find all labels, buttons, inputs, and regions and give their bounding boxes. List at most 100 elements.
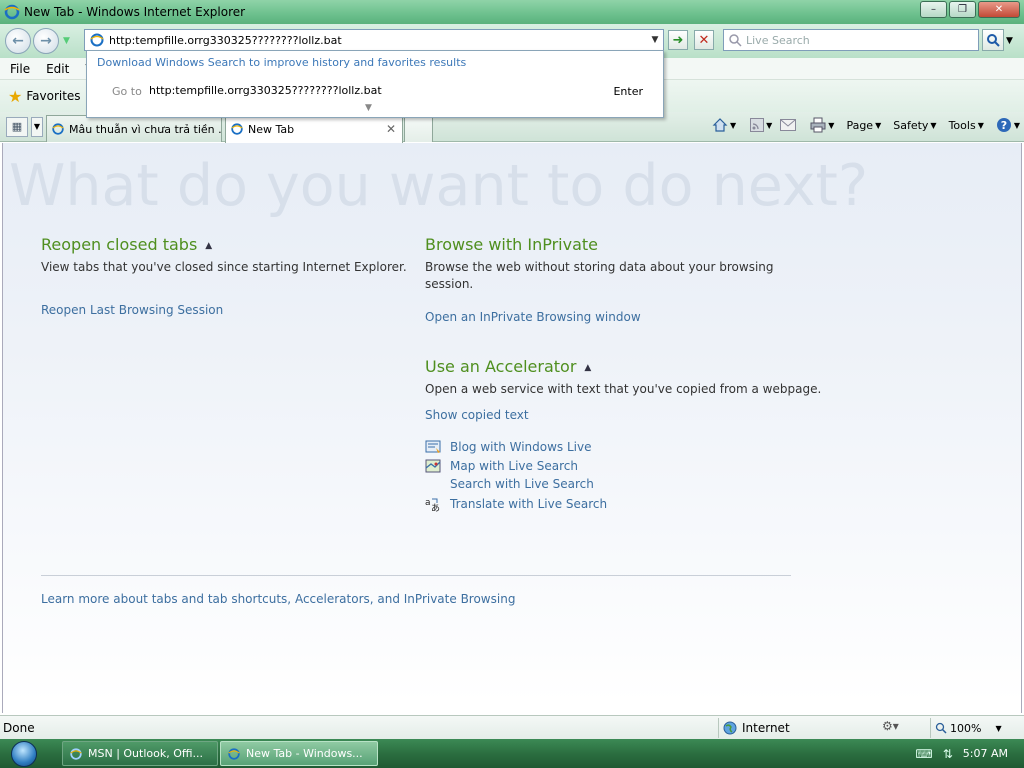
zoom-dropdown-icon[interactable]: ▼ xyxy=(995,724,1001,733)
page-heading: What do you want to do next? xyxy=(9,153,869,219)
menu-file[interactable]: File xyxy=(10,62,30,76)
tools-menu-label: Tools xyxy=(948,118,976,132)
back-button[interactable]: ← xyxy=(5,28,31,54)
stop-button[interactable]: ✕ xyxy=(694,30,714,50)
translate-icon: a あ xyxy=(425,498,440,512)
reopen-last-session-link[interactable]: Reopen Last Browsing Session xyxy=(41,303,223,317)
feeds-dropdown-icon[interactable]: ▼ xyxy=(766,121,772,130)
zoom-level: 100% xyxy=(950,721,982,735)
blog-icon xyxy=(425,440,441,453)
go-button[interactable]: ➜ xyxy=(668,30,688,50)
mail-icon xyxy=(780,119,797,131)
open-inprivate-link[interactable]: Open an InPrivate Browsing window xyxy=(425,310,641,324)
start-button[interactable] xyxy=(4,739,44,768)
home-button[interactable]: ▼ xyxy=(712,117,736,133)
tab-label: New Tab xyxy=(248,122,295,136)
zoom-icon xyxy=(935,722,947,734)
feeds-button[interactable]: ▼ xyxy=(750,118,772,132)
system-tray: ⌨ ⇅ 5:07 AM xyxy=(894,739,1024,768)
quick-tabs-button[interactable]: ▦ xyxy=(6,117,28,137)
feeds-icon xyxy=(750,118,765,132)
globe-icon xyxy=(723,721,737,735)
new-tab-button[interactable] xyxy=(404,115,433,142)
address-dropdown-icon[interactable]: ▼ xyxy=(647,35,663,45)
print-icon xyxy=(810,117,826,133)
search-input[interactable]: Live Search xyxy=(746,34,810,47)
ie-logo-icon xyxy=(4,4,20,20)
window-title: New Tab - Windows Internet Explorer xyxy=(24,5,246,19)
svg-text:あ: あ xyxy=(431,503,440,512)
menu-edit[interactable]: Edit xyxy=(46,62,69,76)
collapse-caret-icon[interactable]: ▲ xyxy=(205,241,212,251)
clock[interactable]: 5:07 AM xyxy=(963,747,1008,760)
accelerator-label: Search with Live Search xyxy=(450,477,594,491)
tools-menu-button[interactable]: Tools ▼ xyxy=(949,119,984,132)
search-options-dropdown[interactable]: ▼ xyxy=(1006,36,1013,46)
stop-icon: ✕ xyxy=(698,32,710,48)
ie-tab-icon xyxy=(231,123,243,135)
svg-text:?: ? xyxy=(1001,119,1007,132)
search-box[interactable]: Live Search xyxy=(723,29,979,51)
tab-label: Mâu thuẫn vì chưa trả tiền ... xyxy=(69,122,222,136)
close-tab-icon[interactable]: ✕ xyxy=(386,122,396,136)
learn-more-link[interactable]: Learn more about tabs and tab shortcuts,… xyxy=(41,592,515,606)
new-tab-page: What do you want to do next? Reopen clos… xyxy=(2,143,1022,713)
download-windows-search-link[interactable]: Download Windows Search to improve histo… xyxy=(97,56,466,69)
forward-arrow-icon: → xyxy=(40,33,52,49)
reopen-closed-tabs-heading[interactable]: Reopen closed tabs ▲ xyxy=(41,235,212,254)
maximize-button[interactable]: ❐ xyxy=(949,1,976,18)
protected-mode-icon[interactable]: ⚙▾ xyxy=(882,719,899,733)
goto-label: Go to xyxy=(112,85,142,98)
recent-pages-dropdown[interactable]: ▼ xyxy=(63,36,70,46)
favorites-star-icon[interactable]: ★ xyxy=(8,87,22,106)
print-button[interactable]: ▼ xyxy=(810,117,834,133)
minimize-button[interactable]: – xyxy=(920,1,947,18)
show-copied-text-link[interactable]: Show copied text xyxy=(425,408,529,422)
accelerator-item[interactable]: Map with Live Search xyxy=(425,458,578,474)
expand-suggestions-icon[interactable]: ▼ xyxy=(365,103,372,113)
tab-new-tab[interactable]: New Tab ✕ xyxy=(225,114,403,143)
taskbar-item-label: MSN | Outlook, Offi... xyxy=(88,747,204,760)
accelerator-title: Use an Accelerator xyxy=(425,357,577,376)
tab-list-dropdown[interactable]: ▼ xyxy=(31,117,43,137)
enter-hint: Enter xyxy=(613,85,643,98)
safety-menu-label: Safety xyxy=(893,118,929,132)
help-dropdown-icon[interactable]: ▼ xyxy=(1014,121,1020,130)
network-icon[interactable]: ⇅ xyxy=(943,747,953,761)
accelerator-item[interactable]: Blog with Windows Live xyxy=(425,439,592,455)
forward-button[interactable]: → xyxy=(33,28,59,54)
collapse-caret-icon[interactable]: ▲ xyxy=(584,363,591,373)
page-icon xyxy=(90,33,104,47)
taskbar-item-msn[interactable]: MSN | Outlook, Offi... xyxy=(62,741,218,766)
zoom-control[interactable]: 100% ▼ xyxy=(930,718,1002,738)
address-bar[interactable]: http:tempfille.orrg330325????????lollz.b… xyxy=(84,29,664,51)
ie-taskbar-icon xyxy=(228,747,240,760)
security-zone[interactable]: Internet xyxy=(718,718,878,738)
address-input[interactable]: http:tempfille.orrg330325????????lollz.b… xyxy=(109,34,647,47)
windows-start-icon xyxy=(11,740,37,767)
home-dropdown-icon[interactable]: ▼ xyxy=(730,121,736,130)
accelerator-item[interactable]: Search with Live Search xyxy=(450,477,594,491)
taskbar-item-new-tab[interactable]: New Tab - Windows... xyxy=(220,741,378,766)
tab-msn-article[interactable]: Mâu thuẫn vì chưa trả tiền ... xyxy=(46,115,222,142)
goto-suggestion[interactable]: http:tempfille.orrg330325????????lollz.b… xyxy=(149,84,382,97)
address-autocomplete-dropdown: Download Windows Search to improve histo… xyxy=(86,50,664,118)
favorites-button[interactable]: Favorites xyxy=(26,89,80,103)
safety-dropdown-icon: ▼ xyxy=(930,120,937,130)
search-button[interactable] xyxy=(982,29,1004,51)
close-window-button[interactable]: ✕ xyxy=(978,1,1020,18)
tools-dropdown-icon: ▼ xyxy=(977,120,984,130)
keyboard-icon[interactable]: ⌨ xyxy=(915,747,932,761)
zone-label: Internet xyxy=(742,721,790,735)
ie-tab-icon xyxy=(52,123,64,135)
accelerator-item[interactable]: a あ Translate with Live Search xyxy=(425,496,607,512)
back-arrow-icon: ← xyxy=(12,33,24,49)
safety-menu-button[interactable]: Safety ▼ xyxy=(893,119,936,132)
accelerator-heading[interactable]: Use an Accelerator ▲ xyxy=(425,357,591,376)
mail-button[interactable] xyxy=(780,119,797,131)
print-dropdown-icon[interactable]: ▼ xyxy=(828,121,834,130)
page-menu-button[interactable]: Page ▼ xyxy=(846,119,881,132)
help-button[interactable]: ? ▼ xyxy=(996,117,1020,133)
home-icon xyxy=(712,118,728,132)
accelerator-label: Blog with Windows Live xyxy=(450,440,592,454)
